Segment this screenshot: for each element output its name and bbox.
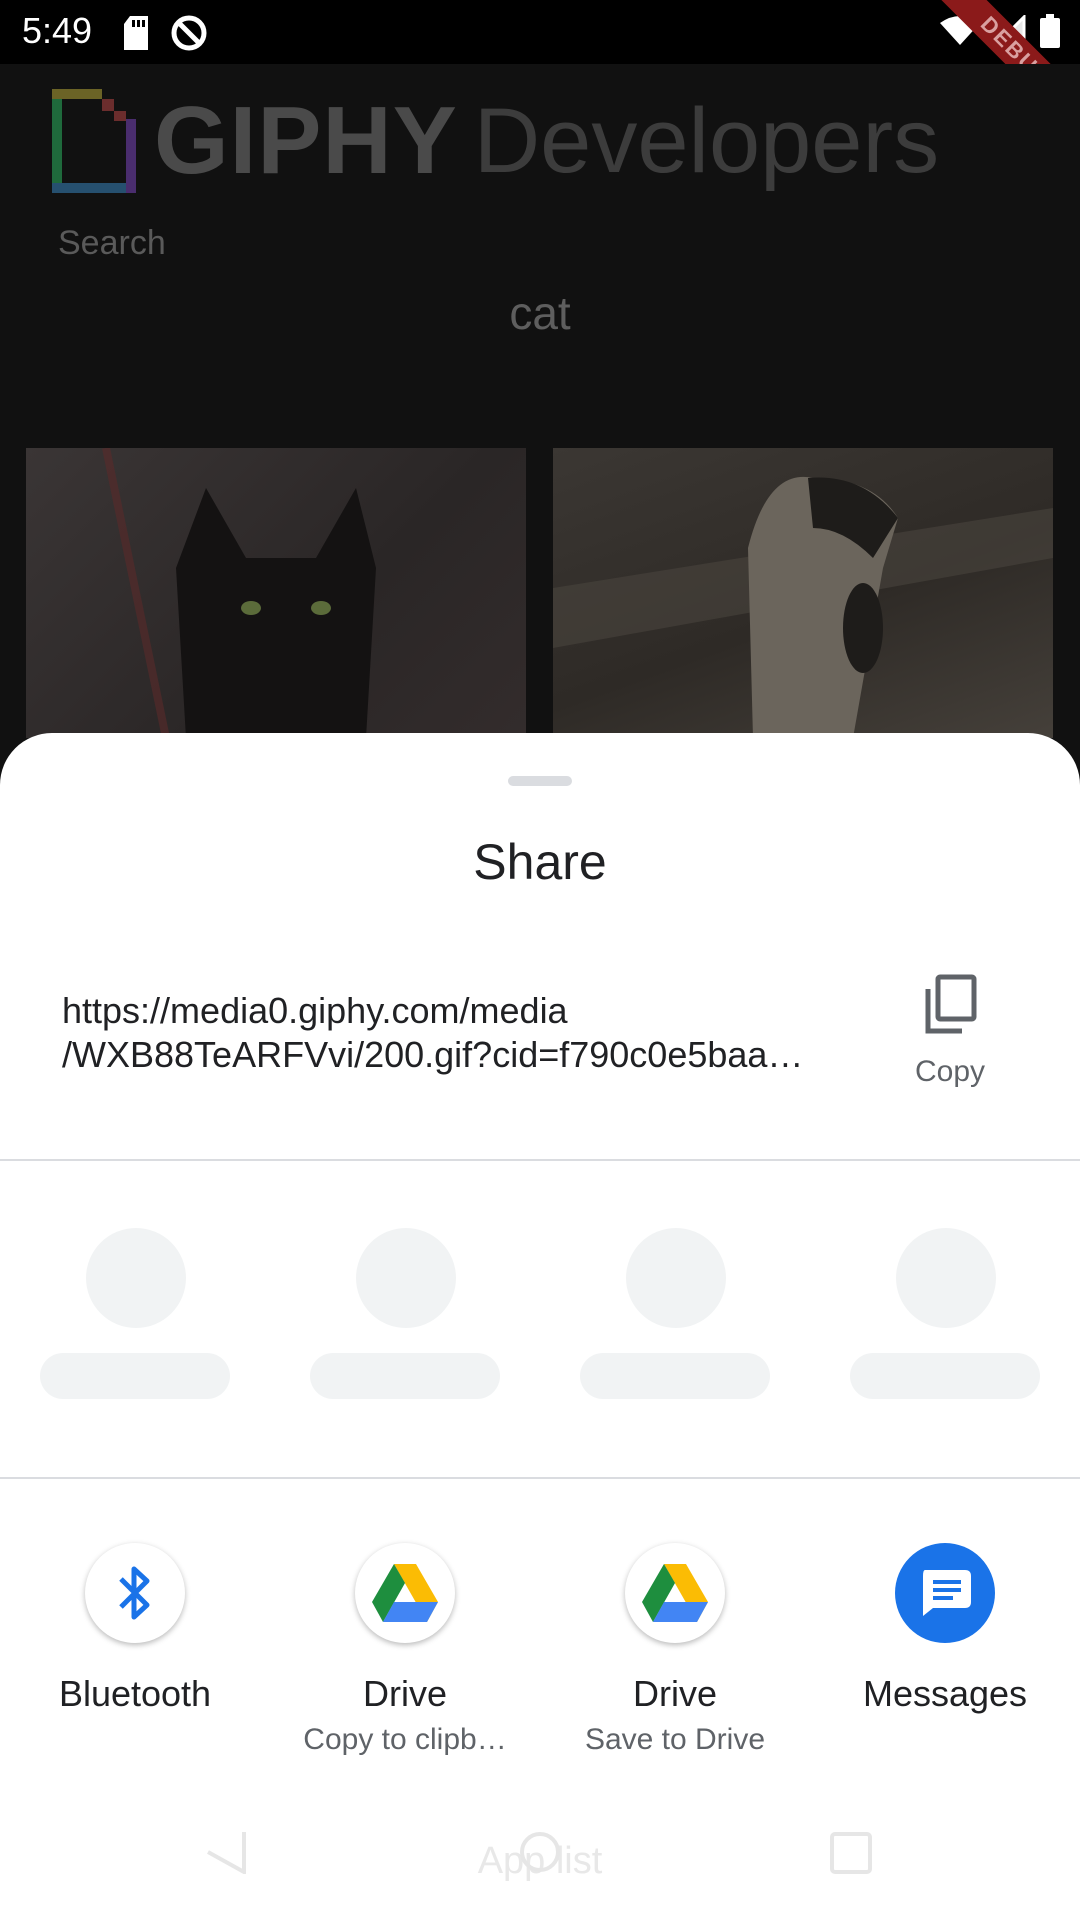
search-input[interactable]: cat: [0, 286, 1080, 340]
gif-tile[interactable]: [26, 448, 526, 738]
search-label: Search: [58, 224, 166, 262]
share-target-label: Drive: [632, 1673, 717, 1714]
share-target-drive-copy[interactable]: Drive Copy to clipb…: [290, 1543, 520, 1756]
status-left-icons: [122, 14, 208, 57]
placeholder-label: [850, 1353, 1040, 1399]
status-time: 5:49: [22, 10, 93, 51]
url-line-2: /WXB88TeARFVvi/200.gif?cid=f790c0e5baa…: [62, 1034, 804, 1075]
home-icon[interactable]: [518, 1830, 562, 1879]
divider: [0, 1159, 1080, 1161]
share-target-bluetooth[interactable]: Bluetooth: [20, 1543, 250, 1743]
share-target-label: Drive: [362, 1673, 447, 1714]
url-line-1: https://media0.giphy.com/media: [62, 990, 568, 1031]
share-target-drive-save[interactable]: Drive Save to Drive: [560, 1543, 790, 1756]
logo-subtitle: Developers: [473, 89, 940, 192]
drag-handle[interactable]: [508, 776, 572, 786]
direct-share-placeholder: [846, 1228, 1046, 1408]
data-saver-icon: [170, 14, 208, 57]
share-sheet: Share https://media0.giphy.com/media /WX…: [0, 733, 1080, 1920]
messages-icon: [895, 1543, 995, 1643]
placeholder-label: [310, 1353, 500, 1399]
placeholder-avatar: [626, 1228, 726, 1328]
share-target-label: Bluetooth: [58, 1673, 212, 1714]
share-target-sublabel: Copy to clipb…: [303, 1723, 507, 1756]
shared-url: https://media0.giphy.com/media /WXB88TeA…: [62, 989, 832, 1077]
gif-tile[interactable]: [553, 448, 1053, 738]
share-target-messages[interactable]: Messages: [830, 1543, 1060, 1743]
copy-icon: [922, 973, 978, 1042]
placeholder-avatar: [896, 1228, 996, 1328]
placeholder-label: [580, 1353, 770, 1399]
giphy-mark-icon: [52, 89, 136, 193]
sheet-title: Share: [473, 834, 607, 890]
divider: [0, 1477, 1080, 1479]
copy-label: Copy: [914, 1055, 986, 1088]
recents-icon[interactable]: [830, 1832, 872, 1879]
direct-share-placeholder: [306, 1228, 506, 1408]
nav-bar: App list: [0, 1800, 1080, 1920]
placeholder-label: [40, 1353, 230, 1399]
battery-icon: [1040, 14, 1060, 53]
placeholder-avatar: [86, 1228, 186, 1328]
share-target-sublabel: Save to Drive: [584, 1723, 766, 1756]
placeholder-avatar: [356, 1228, 456, 1328]
sd-card-icon: [122, 16, 150, 55]
direct-share-placeholder: [576, 1228, 776, 1408]
copy-button[interactable]: Copy: [900, 973, 1000, 1093]
google-drive-icon: [625, 1543, 725, 1643]
direct-share-placeholder: [36, 1228, 236, 1408]
logo-title: GIPHY: [154, 87, 458, 194]
google-drive-icon: [355, 1543, 455, 1643]
status-bar: 5:49 DEBUG: [0, 0, 1080, 142]
bluetooth-icon: [85, 1543, 185, 1643]
share-target-label: Messages: [862, 1673, 1028, 1714]
giphy-logo: GIPHY Developers: [52, 86, 939, 196]
